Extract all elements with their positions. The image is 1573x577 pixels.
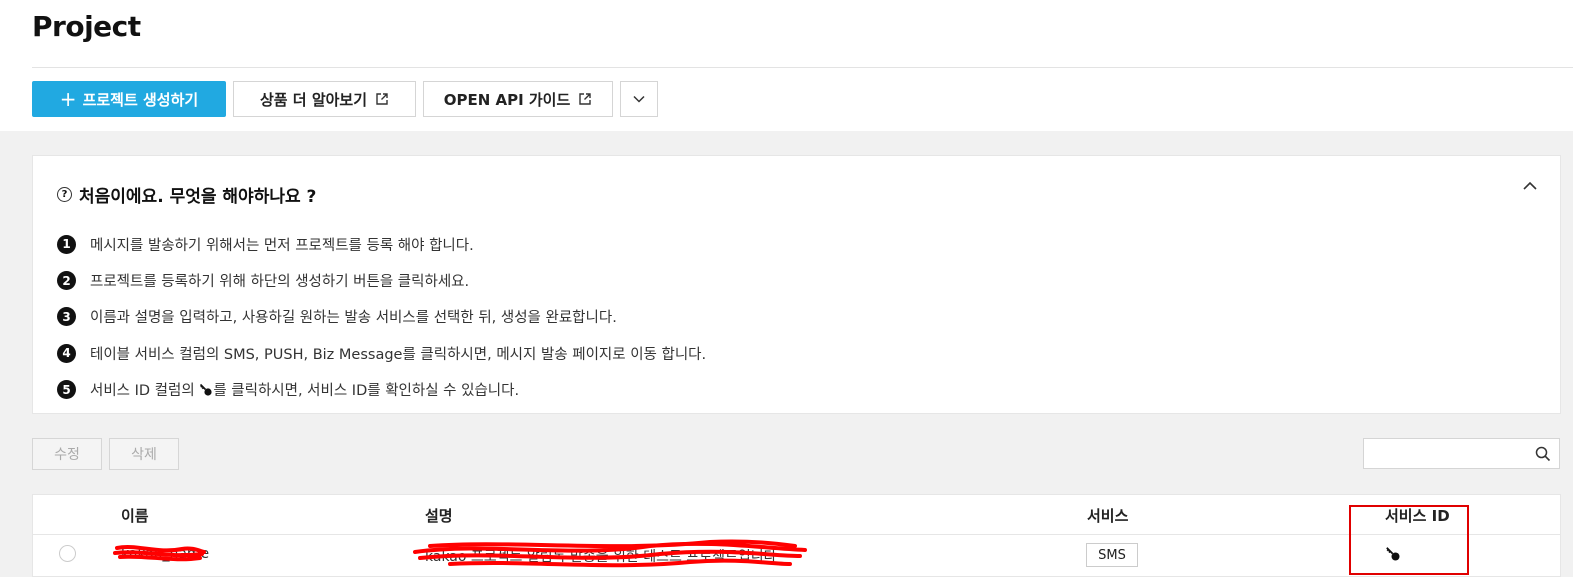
guide-step: 3 이름과 설명을 입력하고, 사용하길 원하는 발송 서비스를 선택한 뒤, … (57, 299, 706, 335)
project-table: 이름 설명 서비스 서비스 ID kakao_name kakao 프로젝트 알… (32, 494, 1561, 577)
step-text: 프로젝트를 등록하기 위해 하단의 생성하기 버튼을 클릭하세요. (90, 274, 470, 291)
create-project-label: 프로젝트 생성하기 (82, 90, 199, 109)
divider (32, 67, 1573, 68)
step-number: 2 (57, 271, 76, 291)
step-text: 이름과 설명을 입력하고, 사용하길 원하는 발송 서비스를 선택한 뒤, 생성… (90, 310, 617, 327)
header-section: Project + 프로젝트 생성하기 상품 더 알아보기 OPEN API 가… (0, 0, 1573, 131)
guide-step: 5 서비스 ID 컬럼의 를 클릭하시면, 서비스 ID를 확인하실 수 있습니… (57, 372, 706, 408)
chevron-up-icon[interactable] (1520, 176, 1540, 196)
step-number: 1 (57, 234, 76, 254)
more-dropdown-button[interactable] (620, 81, 658, 117)
column-header-service-id[interactable]: 서비스 ID (1385, 505, 1450, 526)
column-header-description[interactable]: 설명 (425, 505, 453, 526)
edit-button[interactable]: 수정 (32, 438, 102, 470)
create-project-button[interactable]: + 프로젝트 생성하기 (32, 81, 226, 117)
chevron-down-icon (633, 95, 645, 103)
plus-icon: + (59, 87, 77, 111)
project-name[interactable]: kakao_name (121, 546, 209, 562)
column-header-service[interactable]: 서비스 (1087, 505, 1128, 526)
page-title: Project (32, 10, 141, 43)
external-link-icon (376, 93, 388, 105)
project-description: kakao 프로젝트 알림톡 발송을 위한 테스트 프로젝트입니다 (425, 549, 777, 565)
delete-button[interactable]: 삭제 (109, 438, 179, 470)
column-header-name[interactable]: 이름 (121, 505, 149, 526)
learn-more-label: 상품 더 알아보기 (259, 90, 368, 109)
guide-step: 2 프로젝트를 등록하기 위해 하단의 생성하기 버튼을 클릭하세요. (57, 262, 706, 298)
table-header: 이름 설명 서비스 서비스 ID (33, 495, 1560, 535)
step-number: 5 (57, 380, 76, 400)
guide-step: 4 테이블 서비스 컬럼의 SMS, PUSH, Biz Message를 클릭… (57, 335, 706, 371)
step-text-after: 를 클릭하시면, 서비스 ID를 확인하실 수 있습니다. (213, 383, 520, 400)
key-icon[interactable] (1385, 546, 1401, 562)
sms-service-button[interactable]: SMS (1086, 543, 1138, 567)
learn-more-button[interactable]: 상품 더 알아보기 (233, 81, 416, 117)
table-row[interactable]: kakao_name kakao 프로젝트 알림톡 발송을 위한 테스트 프로젝… (33, 536, 1560, 577)
step-text: 테이블 서비스 컬럼의 SMS, PUSH, Biz Message를 클릭하시… (90, 346, 707, 363)
step-number: 4 (57, 343, 76, 363)
search-icon[interactable] (1535, 446, 1551, 462)
guide-step: 1 메시지를 발송하기 위해서는 먼저 프로젝트를 등록 해야 합니다. (57, 226, 706, 262)
question-circle-icon: ? (57, 187, 72, 202)
step-text: 서비스 ID 컬럼의 를 클릭하시면, 서비스 ID를 확인하실 수 있습니다. (90, 379, 519, 400)
open-api-guide-label: OPEN API 가이드 (443, 90, 571, 109)
step-text: 메시지를 발송하기 위해서는 먼저 프로젝트를 등록 해야 합니다. (90, 237, 474, 254)
key-icon (200, 384, 212, 396)
guide-heading: ? 처음이에요. 무엇을 해야하나요 ? (57, 182, 316, 207)
external-link-icon (579, 93, 591, 105)
step-number: 3 (57, 307, 76, 327)
guide-title: 처음이에요. 무엇을 해야하나요 ? (79, 187, 317, 207)
getting-started-panel: ? 처음이에요. 무엇을 해야하나요 ? 1 메시지를 발송하기 위해서는 먼저… (32, 155, 1561, 414)
open-api-guide-button[interactable]: OPEN API 가이드 (423, 81, 613, 117)
guide-steps: 1 메시지를 발송하기 위해서는 먼저 프로젝트를 등록 해야 합니다. 2 프… (57, 226, 706, 408)
search-input[interactable] (1364, 439, 1524, 468)
row-select-radio[interactable] (59, 545, 76, 562)
search-box (1363, 438, 1560, 469)
step-text-before: 서비스 ID 컬럼의 (90, 383, 200, 400)
